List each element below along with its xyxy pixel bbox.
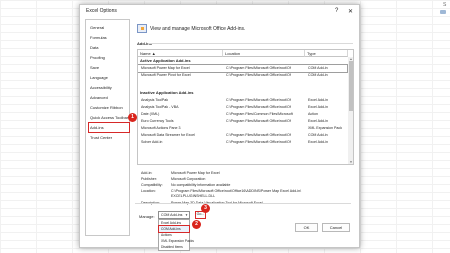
cell-name: Microsoft Data Streamer for Excel — [141, 133, 195, 137]
table-row[interactable]: Analysis ToolPak C:\Program Files\Micros… — [138, 97, 347, 104]
cell-location: C:\Program Files\Microsoft Office\root\O… — [226, 133, 291, 137]
detail-label: Location: — [141, 189, 156, 193]
table-row[interactable]: Solver Add-in C:\Program Files\Microsoft… — [138, 139, 347, 146]
detail-value: Microsoft Power Map for Excel — [171, 171, 220, 175]
cell-type: Excel Add-in — [308, 105, 328, 109]
cell-type: Excel Add-in — [308, 119, 328, 123]
detail-value: No compatibility information available — [171, 183, 231, 187]
column-header-location[interactable]: Location — [223, 50, 305, 57]
cell-type: Action — [308, 112, 318, 116]
cell-type: COM Add-in — [308, 66, 328, 70]
excel-options-dialog: Excel Options ? ✕ General Formulas Data … — [79, 4, 360, 251]
detail-label: Compatibility: — [141, 183, 163, 187]
table-row[interactable]: Microsoft Data Streamer for Excel C:\Pro… — [138, 132, 347, 139]
detail-label: Publisher: — [141, 177, 157, 181]
cell-location: C:\Program Files\Microsoft Office\root\O… — [226, 73, 291, 77]
chevron-down-icon: ▼ — [185, 213, 188, 217]
step-badge-3: 3 — [201, 204, 210, 213]
cell-type: XML Expansion Pack — [308, 126, 343, 130]
group-label-inactive: Inactive Application Add-ins — [140, 90, 194, 95]
column-header-name[interactable]: Name ▲ — [138, 50, 223, 57]
detail-value: C:\Program Files\Microsoft Office\root\O… — [171, 189, 302, 193]
sidebar-item-customize-ribbon[interactable]: Customize Ribbon — [89, 103, 129, 112]
help-button[interactable]: ? — [335, 8, 338, 14]
cell-type: Excel Add-in — [308, 98, 328, 102]
sidebar-item-accessibility[interactable]: Accessibility — [89, 83, 129, 92]
section-divider — [148, 43, 353, 44]
manage-dropdown: Excel Add-ins COM Add-ins Actions XML Ex… — [158, 219, 194, 251]
sidebar-item-general[interactable]: General — [89, 23, 129, 32]
table-row[interactable]: Euro Currency Tools C:\Program Files\Mic… — [138, 118, 347, 125]
sheet-icon — [440, 10, 446, 14]
add-ins-panel: View and manage Microsoft Office Add-ins… — [135, 19, 355, 219]
table-row[interactable]: Analysis ToolPak - VBA C:\Program Files\… — [138, 104, 347, 111]
sidebar-item-data[interactable]: Data — [89, 43, 129, 52]
column-header: S — [443, 2, 447, 8]
manage-select-value: COM Add-ins — [161, 213, 183, 217]
sidebar-item-formulas[interactable]: Formulas — [89, 33, 129, 42]
table-row[interactable]: Microsoft Actions Pane 3 XML Expansion P… — [138, 125, 347, 132]
cell-type: COM Add-in — [308, 133, 328, 137]
detail-value: Microsoft Corporation — [171, 177, 206, 181]
cell-name: Solver Add-in — [141, 140, 163, 144]
detail-label: Add-in: — [141, 171, 153, 175]
panel-header: View and manage Microsoft Office Add-ins… — [135, 24, 355, 33]
step-badge-2: 2 — [192, 220, 201, 229]
cell-name: Euro Currency Tools — [141, 119, 174, 123]
sidebar-item-add-ins[interactable]: Add-ins — [88, 122, 130, 133]
cell-location: C:\Program Files\Microsoft Office\root\O… — [226, 119, 291, 123]
option-disabled-items[interactable]: Disabled Items — [159, 244, 189, 250]
cell-name: Date (XML) — [141, 112, 160, 116]
add-ins-icon — [137, 24, 147, 33]
panel-header-text: View and manage Microsoft Office Add-ins… — [150, 26, 246, 32]
sidebar-item-advanced[interactable]: Advanced — [89, 93, 129, 102]
cell-location: C:\Program Files\Microsoft Office\root\O… — [226, 98, 291, 102]
cell-type: COM Add-in — [308, 73, 328, 77]
table-row[interactable]: Microsoft Power Pivot for Excel C:\Progr… — [138, 72, 347, 79]
sidebar-item-language[interactable]: Language — [89, 73, 129, 82]
table-row[interactable]: Date (XML) C:\Program Files\Common Files… — [138, 111, 347, 118]
sidebar-item-save[interactable]: Save — [89, 63, 129, 72]
cell-name: Microsoft Power Map for Excel — [141, 66, 190, 70]
cell-location: C:\Program Files\Microsoft Office\root\O… — [226, 140, 291, 144]
close-button[interactable]: ✕ — [348, 8, 353, 15]
table-row[interactable]: Microsoft Power Map for Excel C:\Program… — [138, 64, 348, 73]
detail-value: EXCELPLUGINSHELL.DLL — [171, 194, 216, 198]
title-bar: Excel Options ? ✕ — [80, 5, 359, 18]
cell-name: Microsoft Actions Pane 3 — [141, 126, 181, 130]
ok-button[interactable]: OK — [295, 223, 318, 232]
cell-name: Analysis ToolPak - VBA — [141, 105, 179, 109]
cell-type: Excel Add-in — [308, 140, 328, 144]
cell-name: Microsoft Power Pivot for Excel — [141, 73, 191, 77]
manage-divider — [135, 203, 351, 204]
cell-name: Analysis ToolPak — [141, 98, 169, 102]
cell-location: C:\Program Files\Common Files\Microsoft — [226, 112, 293, 116]
sidebar-item-trust-center[interactable]: Trust Center — [89, 133, 129, 142]
sidebar-item-proofing[interactable]: Proofing — [89, 53, 129, 62]
manage-select[interactable]: COM Add-ins ▼ — [158, 211, 190, 219]
cell-location: C:\Program Files\Microsoft Office\root\O… — [226, 105, 291, 109]
options-sidebar: General Formulas Data Proofing Save Lang… — [85, 19, 130, 236]
add-ins-table: Name ▲ Location Type Active Application … — [137, 49, 354, 165]
dialog-title: Excel Options — [86, 8, 117, 14]
cancel-button[interactable]: Cancel — [322, 223, 350, 232]
scrollbar-thumb[interactable] — [349, 61, 353, 111]
table-scrollbar[interactable]: ▲ ▼ — [348, 57, 353, 164]
column-header-type[interactable]: Type — [305, 50, 348, 57]
group-label-active: Active Application Add-ins — [140, 58, 191, 63]
cell-location: C:\Program Files\Microsoft Office\root\O… — [226, 66, 291, 70]
manage-label: Manage: — [139, 214, 155, 219]
scroll-down-icon[interactable]: ▼ — [348, 160, 353, 164]
sidebar-item-quick-access-toolbar[interactable]: Quick Access Toolbar — [89, 113, 129, 122]
